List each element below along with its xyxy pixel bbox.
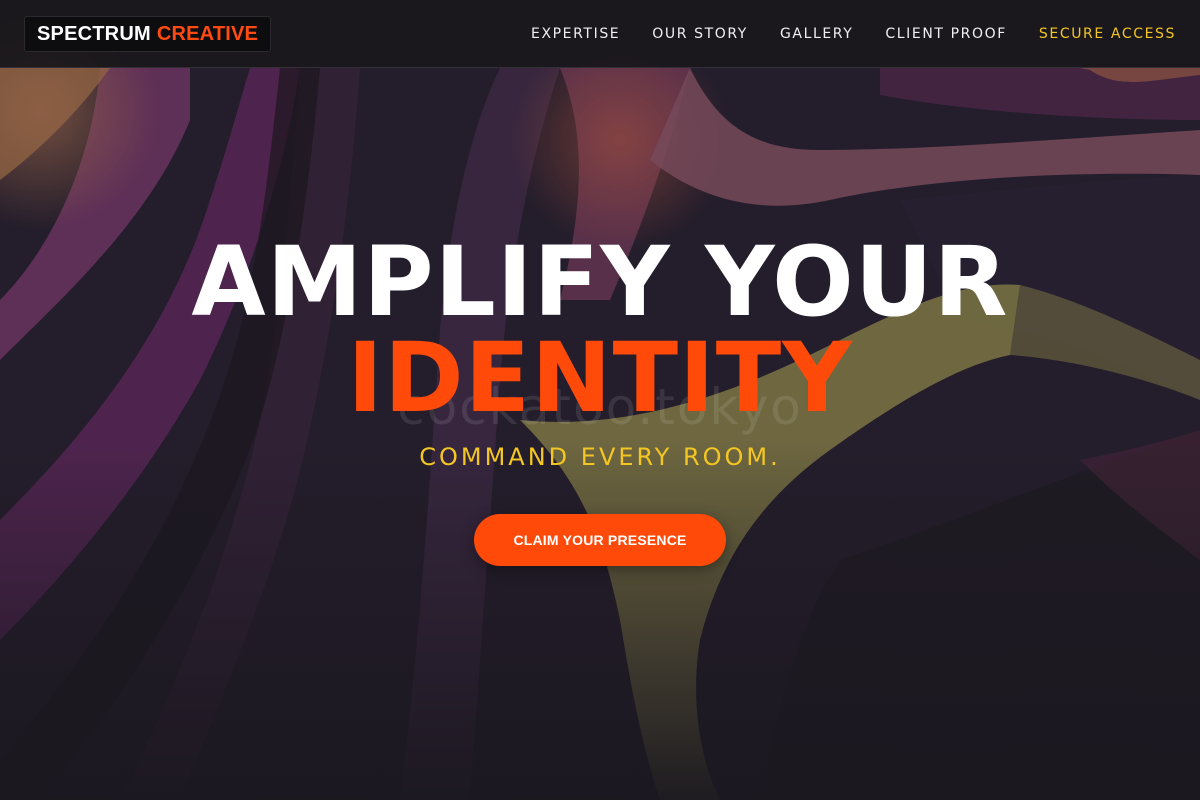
brand-logo[interactable]: SPECTRUM CREATIVE bbox=[24, 16, 272, 52]
nav-item-client-proof[interactable]: CLIENT PROOF bbox=[885, 26, 1007, 42]
landing-page: SPECTRUM CREATIVE EXPERTISE OUR STORY GA… bbox=[0, 0, 1200, 800]
nav-item-gallery[interactable]: GALLERY bbox=[780, 26, 853, 42]
nav-item-our-story[interactable]: OUR STORY bbox=[652, 26, 748, 42]
main-nav: EXPERTISE OUR STORY GALLERY CLIENT PROOF… bbox=[531, 0, 1176, 68]
nav-item-secure-access[interactable]: SECURE ACCESS bbox=[1039, 26, 1176, 42]
nav-item-expertise[interactable]: EXPERTISE bbox=[531, 26, 620, 42]
hero-tagline: COMMAND EVERY ROOM. bbox=[419, 443, 781, 471]
hero-headline-line2: IDENTITY bbox=[347, 322, 853, 434]
hero-headline-line1: AMPLIFY YOUR bbox=[191, 226, 1009, 338]
brand-name-accent: CREATIVE bbox=[156, 22, 259, 45]
brand-name-primary: SPECTRUM bbox=[37, 22, 151, 45]
hero-section: cockatoo.tokyo AMPLIFY YOUR IDENTITY COM… bbox=[0, 0, 1200, 800]
site-header: SPECTRUM CREATIVE EXPERTISE OUR STORY GA… bbox=[0, 0, 1200, 68]
claim-presence-button[interactable]: CLAIM YOUR PRESENCE bbox=[474, 514, 726, 566]
